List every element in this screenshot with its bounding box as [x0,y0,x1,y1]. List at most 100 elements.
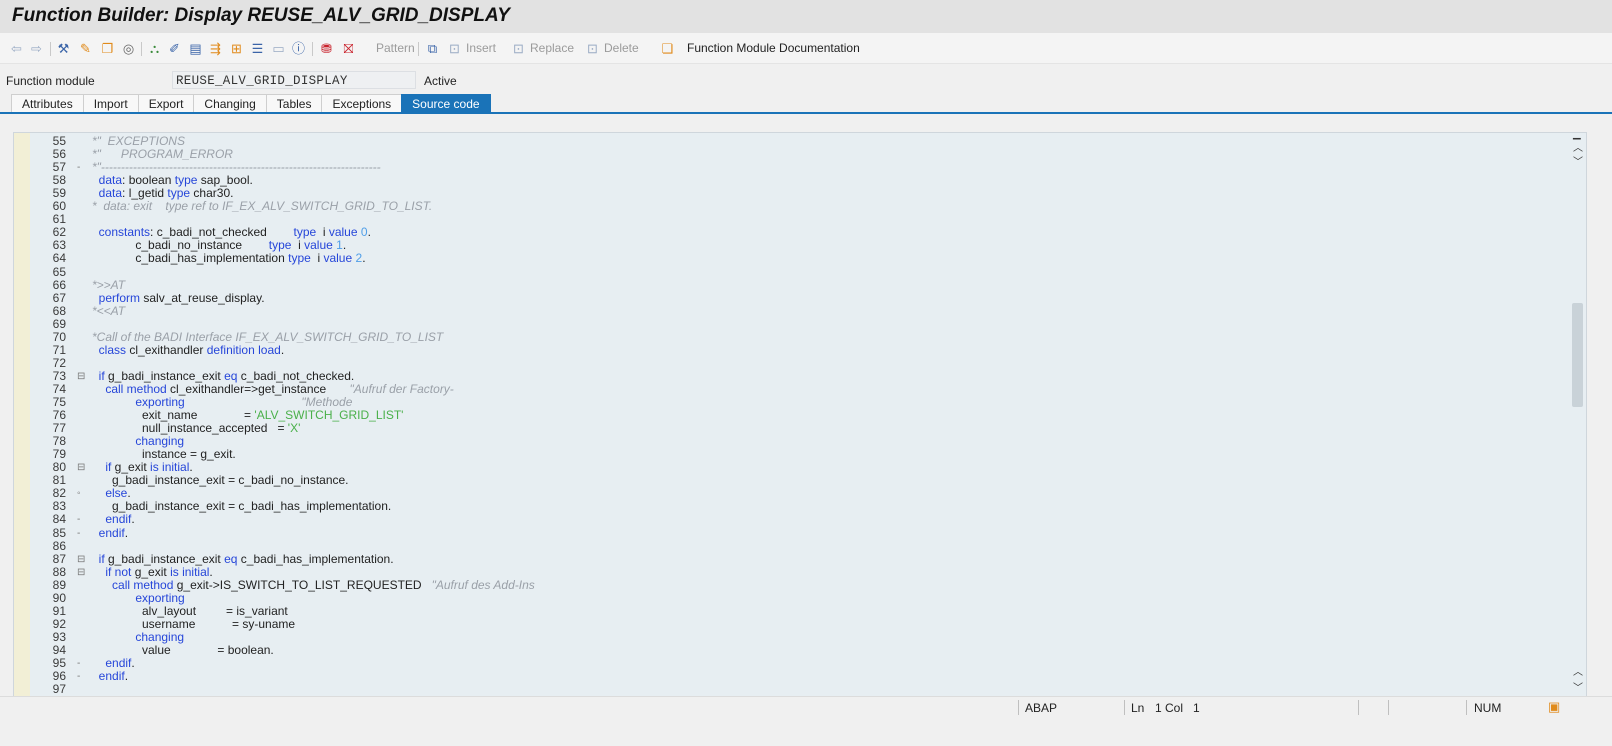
code-line[interactable]: 60 * data: exit type ref to IF_EX_ALV_SWI… [14,199,1544,213]
code-token: exporting [135,395,185,409]
split-screen-icon: ▭ [272,40,285,56]
code-token: char30. [190,186,234,201]
code-line[interactable]: 58 data: boolean type sap_bool. [14,173,1544,187]
where-used-button[interactable]: ◎ [121,39,136,57]
code-line[interactable]: 78 changing [14,434,1544,448]
tab-tables[interactable]: Tables [265,94,323,113]
code-token: g_exit->IS_SWITCH_TO_LIST_REQUESTED [173,577,432,592]
split-screen-button[interactable]: ▭ [271,39,286,57]
tab-strip: Attributes Import Export Changing Tables… [11,94,491,114]
info-button[interactable]: ⓘ [291,39,306,57]
fold-toggle-icon[interactable]: ⊟ [77,553,85,566]
fold-marker: - [77,527,81,539]
insert-button[interactable]: ⊡ Insert [447,39,496,57]
activation-status: Active [424,74,457,88]
code-line[interactable]: 94 value = boolean. [14,643,1544,657]
code-token: class [98,342,127,357]
line-number: 65 [52,264,66,279]
code-line[interactable]: 55 *" EXCEPTIONS [14,134,1544,148]
navigation-button[interactable]: ⊞ [229,39,244,57]
code-line[interactable]: 77 null_instance_accepted = 'X' [14,421,1544,435]
options-icon[interactable]: ▣ [1548,699,1560,715]
code-line[interactable]: 89 call method g_exit->IS_SWITCH_TO_LIST… [14,577,1544,592]
tab-exceptions[interactable]: Exceptions [321,94,403,113]
tab-changing[interactable]: Changing [193,94,267,113]
code-line[interactable]: 83 g_badi_instance_exit = c_badi_has_imp… [14,499,1544,513]
back-button[interactable]: ⇦ [9,39,24,57]
line-number: 66 [52,277,66,292]
code-line[interactable]: 64 c_badi_has_implementation type i valu… [14,252,1544,266]
pattern-icon-button[interactable]: ⛃ [319,39,334,57]
enhance-button[interactable]: ☰ [250,39,265,57]
code-token: load [258,342,281,357]
replace-button[interactable]: ⊡ Replace [511,39,574,57]
code-token: . [367,225,371,240]
function-module-row: Function module REUSE_ALV_GRID_DISPLAY A… [0,70,1612,92]
code-line[interactable]: 67 perform salv_at_reuse_display. [14,291,1544,305]
code-line[interactable]: 92 username = sy-uname [14,617,1544,631]
code-token: : l_getid [122,186,168,201]
code-token: is initial [150,460,190,475]
fold-marker: - [77,658,81,669]
code-line[interactable]: 65 [14,264,1544,279]
scroll-down-icon[interactable]: ﹀ [1573,679,1583,694]
vertical-scrollbar[interactable]: ▁ ︿ ﹀ ︿ ﹀ [1570,133,1586,713]
code-token: call method [105,381,167,396]
function-module-documentation-button[interactable]: ❏ Function Module Documentation [660,39,860,57]
object-list-button[interactable]: ⇶ [208,39,223,57]
forward-button[interactable]: ⇨ [29,39,44,57]
code-token: type [293,225,317,240]
pattern-button[interactable]: Pattern [372,39,415,57]
activate-button[interactable]: ✐ [167,39,182,57]
scroll-page-up-icon[interactable]: ︿ [1573,663,1583,678]
code-line[interactable]: 85- endif. [14,525,1544,540]
delete-button[interactable]: ⊡ Delete [585,39,639,57]
function-module-label: Function module [6,74,95,88]
tab-attributes[interactable]: Attributes [11,94,84,113]
fold-toggle-icon[interactable]: ⊟ [77,461,85,474]
where-used-icon: ◎ [122,40,135,56]
code-token: : c_badi_not_checked [150,225,294,240]
source-code-editor[interactable]: 55 *" EXCEPTIONS 56 *" PROGRAM_ERROR 57- *"--… [13,132,1587,714]
tab-source-code[interactable]: Source code [401,94,491,113]
code-token: . [124,525,129,540]
code-token: "Aufruf des Add-Ins [431,577,535,592]
fold-toggle-icon[interactable]: ⊟ [77,566,85,579]
display-change-button[interactable]: ✎ [78,39,93,57]
block-button[interactable]: ⧉ [425,39,440,57]
fold-marker: - [77,162,81,174]
code-token: endif [98,669,125,684]
code-token: *>>AT [92,277,126,292]
scroll-up-icon[interactable]: ﹀ [1573,153,1583,168]
documentation-label: Function Module Documentation [687,41,860,55]
code-line[interactable]: 95- endif. [14,656,1544,670]
toolbar-separator [141,42,142,56]
code-token: is initial [170,564,210,579]
code-line[interactable]: 87 ⊟ if g_badi_instance_exit eq c_badi_ha… [14,552,1544,566]
check-button[interactable]: ⛬ [147,39,162,57]
scroll-thumb[interactable] [1572,303,1583,407]
code-line[interactable]: 71 class cl_exithandler definition load. [14,342,1544,357]
fold-marker: ◦ [77,488,81,500]
other-object-button[interactable]: ⚒ [56,39,71,57]
code-token: if not [105,564,132,579]
code-line[interactable]: 96- endif. [14,669,1544,684]
scroll-up-icon[interactable]: ︿ [1573,139,1583,154]
copy-button[interactable]: ❐ [100,39,115,57]
code-token: value [328,225,358,240]
code-line[interactable]: 81 g_badi_instance_exit = c_badi_no_inst… [14,473,1544,487]
code-line[interactable]: 84- endif. [14,512,1544,527]
code-line[interactable]: 68 *<<AT [14,304,1544,318]
pretty-printer-button[interactable]: ⛝ [341,39,356,57]
status-language: ABAP [1025,701,1058,715]
tab-import[interactable]: Import [82,94,139,113]
function-module-field[interactable]: REUSE_ALV_GRID_DISPLAY [172,71,416,89]
tab-export[interactable]: Export [137,94,195,113]
replace-icon: ⊡ [513,40,524,56]
test-button[interactable]: ▤ [188,39,203,57]
fold-toggle-icon[interactable]: ⊟ [77,370,85,383]
code-line[interactable]: 79 instance = g_exit. [14,447,1544,461]
